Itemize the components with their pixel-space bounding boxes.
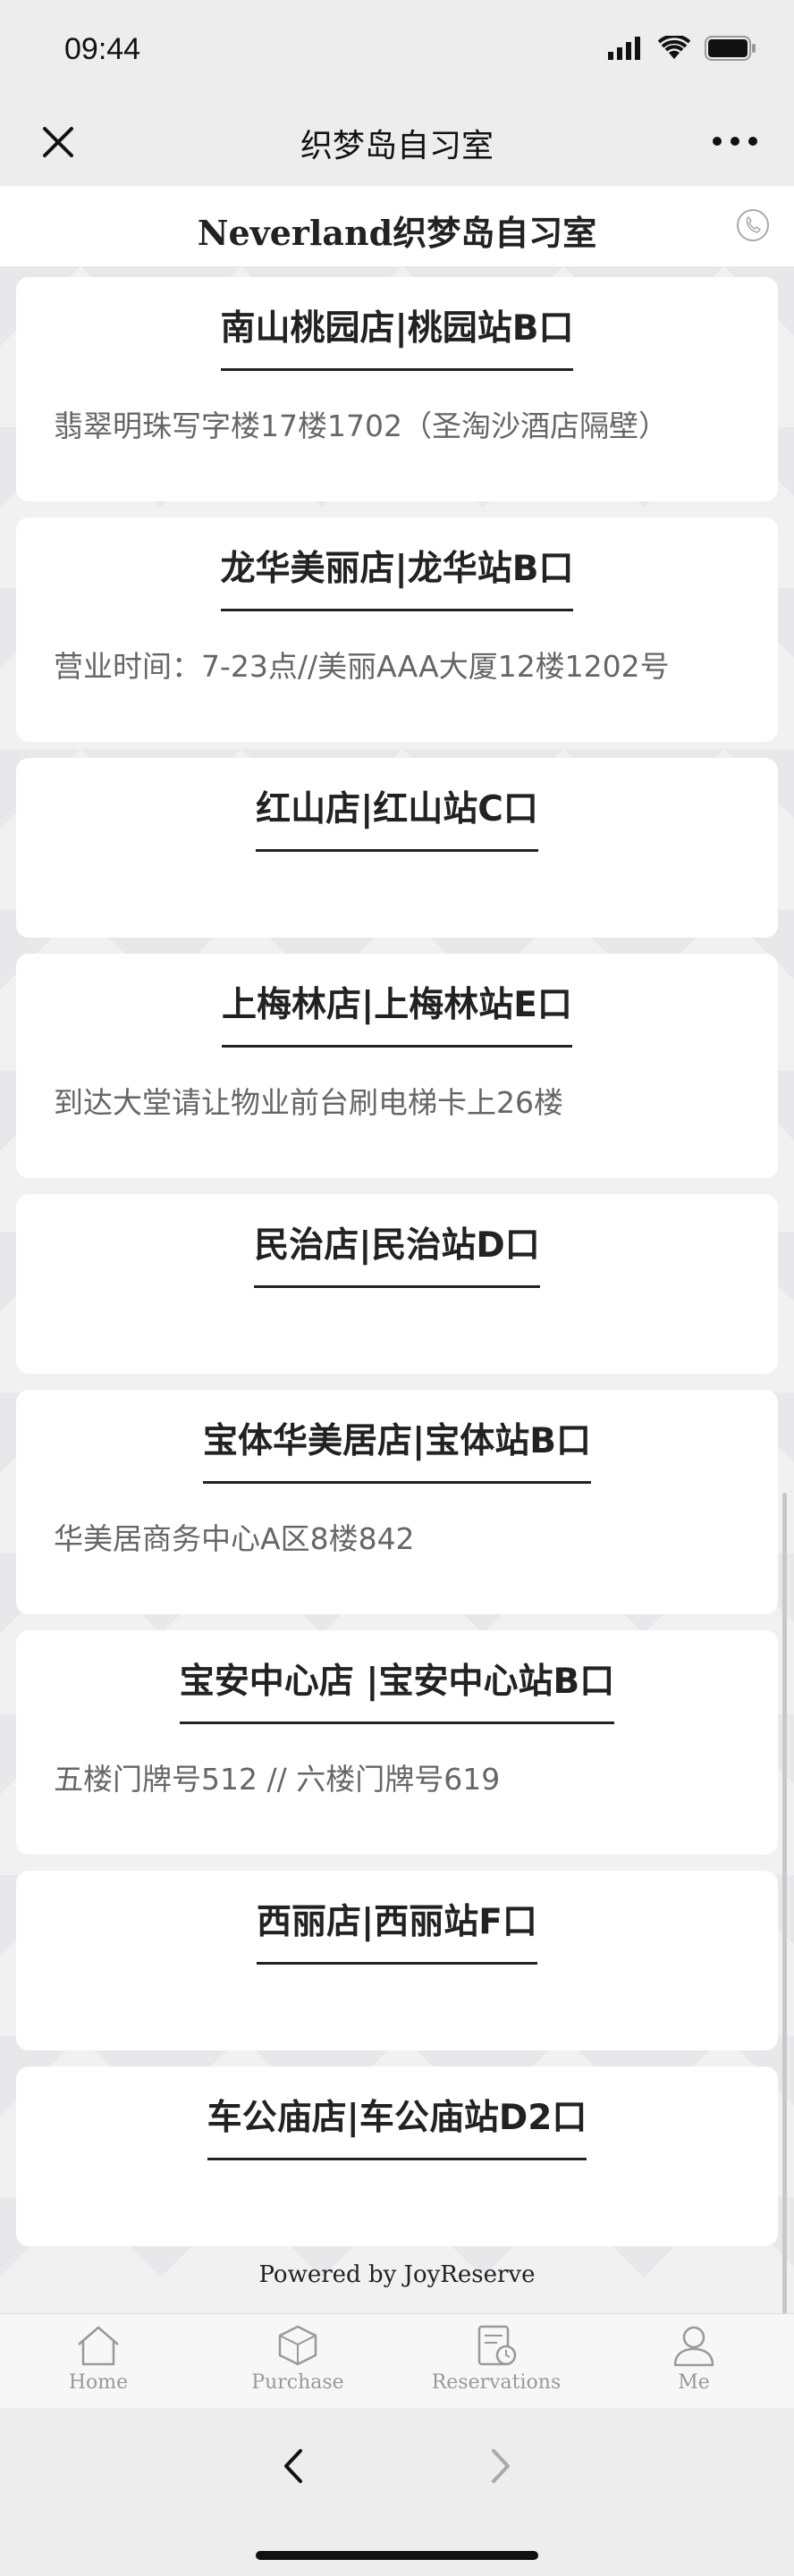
store-name: 宝安中心店 |宝安中心站B口 — [179, 1654, 615, 1724]
store-card[interactable]: 上梅林店|上梅林站E口 到达大堂请让物业前台刷电梯卡上26楼 — [16, 954, 778, 1178]
store-address: 五楼门牌号512 // 六楼门牌号619 — [54, 1762, 501, 1797]
browser-bottom-bar — [0, 2408, 794, 2576]
store-name: 上梅林店|上梅林站E口 — [222, 977, 572, 1048]
store-name: 宝体华美居店|宝体站B口 — [203, 1413, 591, 1484]
home-indicator — [256, 2551, 538, 2560]
store-name: 民治店|民治站D口 — [254, 1217, 540, 1288]
tab-label: Home — [68, 2371, 129, 2394]
store-card[interactable]: 民治店|民治站D口 — [16, 1194, 778, 1374]
tab-purchase[interactable]: Purchase — [208, 2323, 387, 2394]
powered-by: Powered by JoyReserve — [258, 2261, 536, 2288]
store-name: 红山店|红山站C口 — [256, 781, 538, 852]
home-icon — [78, 2326, 119, 2366]
store-card[interactable]: 南山桃园店|桃园站B口 翡翠明珠写字楼17楼1702（圣淘沙酒店隔壁） — [16, 277, 778, 501]
store-card[interactable]: 龙华美丽店|龙华站B口 营业时间：7-23点//美丽AAA大厦12楼1202号 — [16, 518, 778, 742]
calendar-clock-icon — [477, 2325, 517, 2366]
forward-icon[interactable] — [483, 2444, 519, 2488]
store-address: 华美居商务中心A区8楼842 — [54, 1521, 415, 1556]
store-address: 翡翠明珠写字楼17楼1702（圣淘沙酒店隔壁） — [54, 408, 668, 443]
tab-label: Purchase — [251, 2371, 344, 2394]
store-name: 车公庙店|车公庙站D2口 — [207, 2090, 587, 2160]
tab-me[interactable]: Me — [604, 2323, 783, 2394]
status-icons — [608, 36, 756, 61]
status-bar: 09:44 — [0, 0, 794, 98]
tab-label: Me — [678, 2371, 710, 2394]
box-icon — [278, 2325, 317, 2366]
status-time: 09:44 — [64, 32, 141, 66]
store-card[interactable]: 宝安中心店 |宝安中心站B口 五楼门牌号512 // 六楼门牌号619 — [16, 1630, 778, 1855]
battery-icon — [705, 36, 756, 61]
store-list: 南山桃园店|桃园站B口 翡翠明珠写字楼17楼1702（圣淘沙酒店隔壁） 龙华美丽… — [0, 266, 794, 2574]
more-icon[interactable] — [708, 123, 762, 159]
page-title: Neverland织梦岛自习室 — [197, 213, 597, 253]
tab-bar: Home Purchase Reservations Me — [0, 2313, 794, 2408]
store-card[interactable]: 红山店|红山站C口 — [16, 758, 778, 938]
wifi-icon — [658, 36, 690, 59]
store-card[interactable]: 西丽店|西丽站F口 — [16, 1871, 778, 2050]
store-name: 西丽店|西丽站F口 — [257, 1894, 537, 1965]
user-icon — [673, 2326, 714, 2367]
store-name: 龙华美丽店|龙华站B口 — [220, 541, 574, 611]
store-address: 到达大堂请让物业前台刷电梯卡上26楼 — [54, 1085, 563, 1120]
navbar-title: 织梦岛自习室 — [300, 128, 494, 164]
back-icon[interactable] — [275, 2444, 311, 2488]
tab-home[interactable]: Home — [9, 2323, 188, 2394]
page-header: Neverland织梦岛自习室 — [0, 186, 794, 266]
store-card[interactable]: 车公庙店|车公庙站D2口 — [16, 2067, 778, 2246]
phone-icon[interactable] — [735, 207, 771, 243]
tab-label: Reservations — [431, 2371, 562, 2394]
signal-icon — [608, 37, 640, 60]
store-address: 营业时间：7-23点//美丽AAA大厦12楼1202号 — [54, 649, 670, 684]
store-name: 南山桃园店|桃园站B口 — [220, 300, 574, 371]
navbar: 织梦岛自习室 — [0, 98, 794, 186]
tab-reservations[interactable]: Reservations — [407, 2323, 586, 2394]
store-card[interactable]: 宝体华美居店|宝体站B口 华美居商务中心A区8楼842 — [16, 1390, 778, 1614]
